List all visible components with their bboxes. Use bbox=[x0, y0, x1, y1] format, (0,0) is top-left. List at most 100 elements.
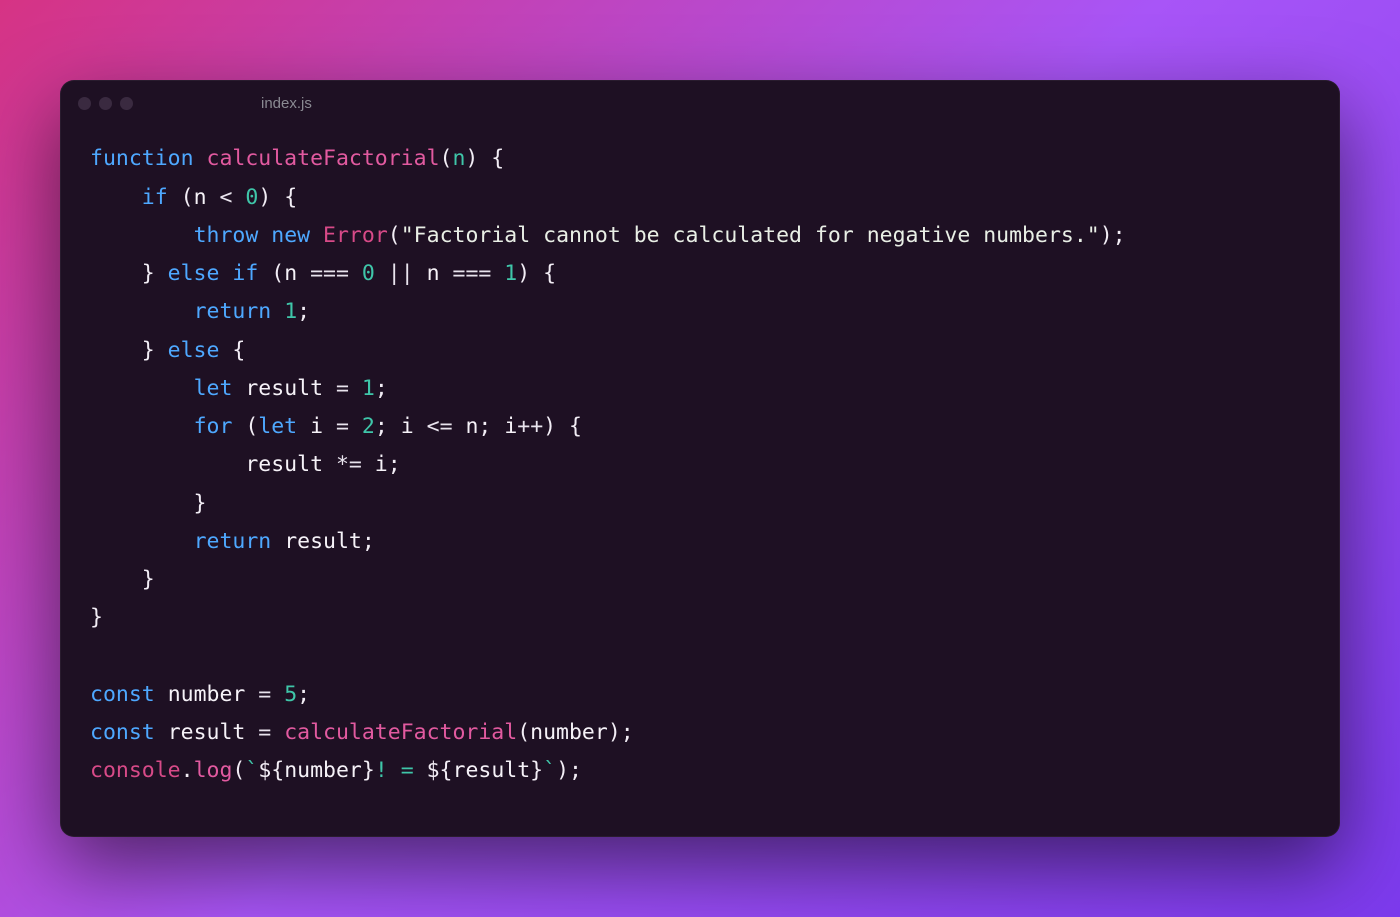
code-token bbox=[90, 414, 194, 439]
code-token: throw bbox=[194, 223, 259, 248]
code-token: result bbox=[168, 720, 246, 745]
code-token: 2 bbox=[362, 414, 375, 439]
code-token: ${ bbox=[258, 758, 284, 783]
code-token: i bbox=[401, 414, 414, 439]
code-token bbox=[297, 414, 310, 439]
code-token: ; bbox=[362, 529, 375, 554]
filename-label: index.js bbox=[261, 95, 312, 112]
code-token: } bbox=[530, 758, 543, 783]
code-token: = bbox=[245, 682, 284, 707]
code-line: } else if (n === 0 || n === 1) { bbox=[90, 261, 556, 286]
code-token: 1 bbox=[504, 261, 517, 286]
code-token: n bbox=[427, 261, 440, 286]
code-token: function bbox=[90, 146, 194, 171]
code-token bbox=[232, 376, 245, 401]
code-line: return 1; bbox=[90, 299, 310, 324]
code-token: ) { bbox=[517, 261, 556, 286]
code-token: ; bbox=[297, 299, 310, 324]
code-token: else bbox=[168, 338, 220, 363]
code-token: ` bbox=[543, 758, 556, 783]
code-line: } bbox=[90, 567, 155, 592]
code-token: ; bbox=[375, 414, 401, 439]
code-token: 1 bbox=[284, 299, 297, 324]
code-token: ); bbox=[608, 720, 634, 745]
traffic-lights bbox=[78, 97, 133, 110]
code-line: const number = 5; bbox=[90, 682, 310, 707]
code-token: ) { bbox=[465, 146, 504, 171]
code-token: let bbox=[258, 414, 297, 439]
code-token: console bbox=[90, 758, 181, 783]
code-token: n bbox=[194, 185, 207, 210]
code-token bbox=[271, 529, 284, 554]
titlebar: index.js bbox=[60, 80, 1340, 126]
code-token: ! = bbox=[375, 758, 427, 783]
code-token: n bbox=[452, 146, 465, 171]
code-token: ` bbox=[245, 758, 258, 783]
code-token: = bbox=[323, 414, 362, 439]
code-token: ; bbox=[297, 682, 310, 707]
code-token: } bbox=[90, 605, 103, 630]
code-token: ; bbox=[388, 452, 401, 477]
code-token: number bbox=[168, 682, 246, 707]
code-token: ) { bbox=[258, 185, 297, 210]
code-token: ( bbox=[232, 758, 245, 783]
code-token: n bbox=[284, 261, 297, 286]
close-icon[interactable] bbox=[78, 97, 91, 110]
maximize-icon[interactable] bbox=[120, 97, 133, 110]
code-token: i bbox=[504, 414, 517, 439]
code-token: ( bbox=[388, 223, 401, 248]
code-token: === bbox=[440, 261, 505, 286]
code-token: < bbox=[207, 185, 246, 210]
code-token: let bbox=[194, 376, 233, 401]
code-token bbox=[310, 223, 323, 248]
code-token: ++ bbox=[517, 414, 543, 439]
code-token: } bbox=[90, 567, 155, 592]
code-token bbox=[155, 720, 168, 745]
code-token: number bbox=[284, 758, 362, 783]
code-token: calculateFactorial bbox=[207, 146, 440, 171]
code-token: <= bbox=[414, 414, 466, 439]
code-token: ( bbox=[232, 414, 258, 439]
minimize-icon[interactable] bbox=[99, 97, 112, 110]
code-token: 5 bbox=[284, 682, 297, 707]
code-line: result *= i; bbox=[90, 452, 401, 477]
code-line: const result = calculateFactorial(number… bbox=[90, 720, 634, 745]
code-token: n bbox=[465, 414, 478, 439]
code-line: } bbox=[90, 605, 103, 630]
code-line: } bbox=[90, 491, 207, 516]
code-token: . bbox=[181, 758, 194, 783]
code-token: if bbox=[232, 261, 258, 286]
code-token: } bbox=[90, 338, 168, 363]
code-token: { bbox=[219, 338, 245, 363]
code-token: ; bbox=[478, 414, 504, 439]
code-token: = bbox=[323, 376, 362, 401]
code-token: ( bbox=[517, 720, 530, 745]
code-line: return result; bbox=[90, 529, 375, 554]
code-token bbox=[90, 185, 142, 210]
code-token bbox=[194, 146, 207, 171]
code-token: number bbox=[530, 720, 608, 745]
code-token: return bbox=[194, 529, 272, 554]
code-token: result bbox=[245, 452, 323, 477]
code-editor[interactable]: function calculateFactorial(n) { if (n <… bbox=[60, 126, 1340, 837]
code-token bbox=[90, 299, 194, 324]
code-token bbox=[155, 682, 168, 707]
code-token: ; bbox=[375, 376, 388, 401]
code-token: 1 bbox=[362, 376, 375, 401]
code-line: for (let i = 2; i <= n; i++) { bbox=[90, 414, 582, 439]
code-token: result bbox=[245, 376, 323, 401]
code-token: const bbox=[90, 720, 155, 745]
code-token bbox=[90, 223, 194, 248]
code-token bbox=[271, 299, 284, 324]
code-token: calculateFactorial bbox=[284, 720, 517, 745]
code-token: } bbox=[90, 261, 168, 286]
code-line: } else { bbox=[90, 338, 245, 363]
code-token bbox=[90, 529, 194, 554]
code-line: if (n < 0) { bbox=[90, 185, 297, 210]
code-line: throw new Error("Factorial cannot be cal… bbox=[90, 223, 1126, 248]
code-token: Error bbox=[323, 223, 388, 248]
code-token: result bbox=[453, 758, 531, 783]
code-token: ( bbox=[168, 185, 194, 210]
code-token: ); bbox=[556, 758, 582, 783]
code-line: function calculateFactorial(n) { bbox=[90, 146, 504, 171]
